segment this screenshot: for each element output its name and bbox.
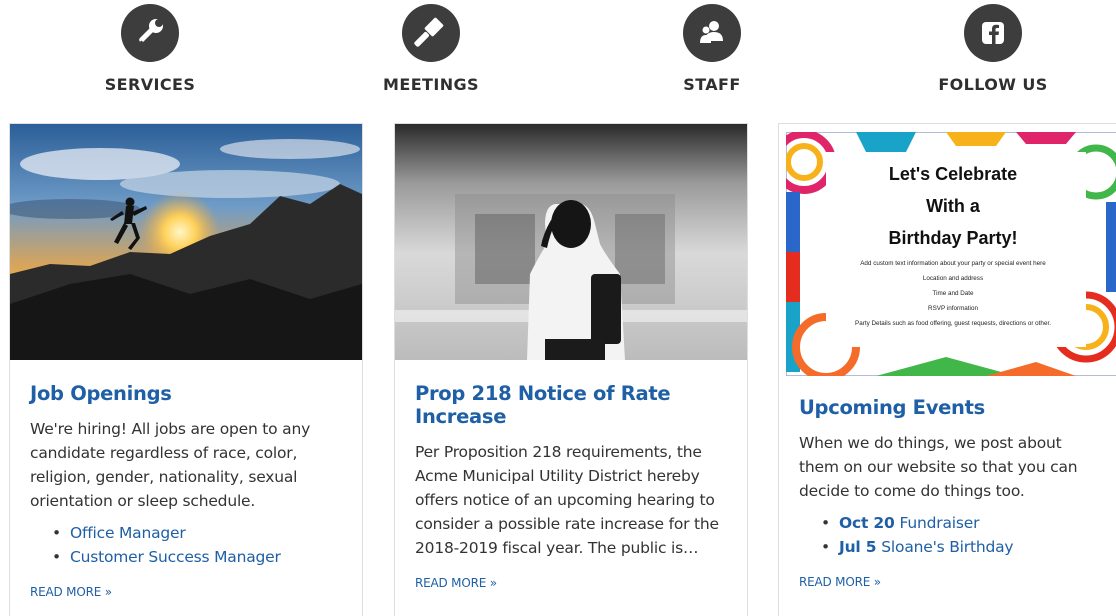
nav-label-meetings: MEETINGS [383, 75, 479, 94]
card-upcoming-events: Let's Celebrate With a Birthday Party! A… [778, 123, 1116, 616]
card-image-birthday-flyer: Let's Celebrate With a Birthday Party! A… [779, 124, 1116, 382]
nav-label-follow-us: FOLLOW US [938, 75, 1048, 94]
flyer-small3: Time and Date [932, 290, 974, 297]
card-image-sunset-jump [10, 124, 362, 360]
card-text: Per Proposition 218 requirements, the Ac… [415, 443, 719, 557]
icon-nav: SERVICES MEETINGS STAFF FOLLOW US [0, 0, 1116, 110]
list-item: Jul 5Sloane's Birthday [799, 535, 1096, 559]
flyer-line3: Birthday Party! [888, 228, 1017, 248]
wrench-icon [121, 4, 179, 62]
read-more-link[interactable]: READ MORE » [799, 575, 881, 589]
nav-meetings[interactable]: MEETINGS [331, 4, 531, 94]
nav-services[interactable]: SERVICES [50, 4, 250, 94]
job-list: Office Manager Customer Success Manager [30, 521, 342, 569]
flyer-line1: Let's Celebrate [889, 164, 1017, 184]
job-link-office-manager[interactable]: Office Manager [70, 524, 186, 542]
list-item: Oct 20 Fundraiser [799, 511, 1096, 535]
flyer-line2: With a [926, 196, 981, 216]
people-icon [683, 4, 741, 62]
flyer-small1: Add custom text information about your p… [860, 260, 1046, 267]
event-link-birthday[interactable]: Sloane's Birthday [881, 538, 1013, 556]
event-date: Oct 20 [839, 514, 895, 532]
gavel-icon [402, 4, 460, 62]
card-text: We're hiring! All jobs are open to any c… [30, 420, 311, 510]
read-more-link[interactable]: READ MORE » [30, 585, 112, 599]
event-date: Jul 5 [839, 538, 877, 556]
card-text: When we do things, we post about them on… [799, 434, 1078, 500]
card-title[interactable]: Upcoming Events [799, 396, 1096, 419]
nav-staff[interactable]: STAFF [612, 4, 812, 94]
card-title[interactable]: Job Openings [30, 382, 342, 405]
job-link-customer-success-manager[interactable]: Customer Success Manager [70, 548, 281, 566]
nav-follow-us[interactable]: FOLLOW US [893, 4, 1093, 94]
list-item: Office Manager [30, 521, 342, 545]
nav-label-services: SERVICES [104, 75, 196, 94]
nav-label-staff: STAFF [683, 75, 741, 94]
card-prop-218: Prop 218 Notice of Rate Increase Per Pro… [394, 123, 748, 616]
facebook-icon [964, 4, 1022, 62]
event-link-fundraiser[interactable]: Fundraiser [900, 514, 980, 532]
card-title[interactable]: Prop 218 Notice of Rate Increase [415, 382, 727, 428]
events-list: Oct 20 Fundraiser Jul 5Sloane's Birthday [799, 511, 1096, 559]
card-image-subway-woman [395, 124, 747, 360]
flyer-small2: Location and address [923, 275, 983, 282]
flyer-small4: RSVP information [928, 305, 978, 312]
list-item: Customer Success Manager [30, 545, 342, 569]
card-job-openings: Job Openings We're hiring! All jobs are … [9, 123, 363, 616]
read-more-link[interactable]: READ MORE » [415, 576, 497, 590]
flyer-small5: Party Details such as food offering, gue… [855, 320, 1051, 327]
